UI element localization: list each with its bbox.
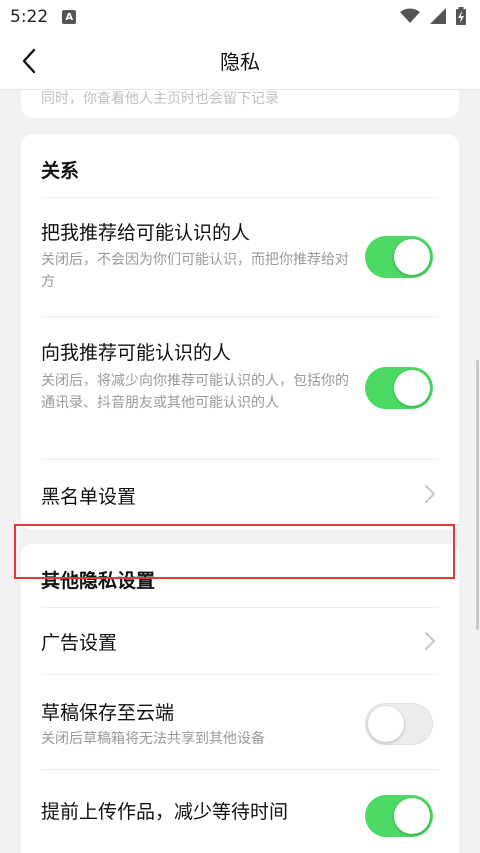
notification-a-icon: A (62, 10, 77, 24)
status-bar: 5:22 A (0, 0, 480, 34)
back-button[interactable] (14, 46, 44, 76)
page-title: 隐私 (220, 50, 260, 74)
cellular-signal-icon (430, 8, 446, 24)
nav-bar: 隐私 (0, 34, 480, 90)
recommend-me-toggle[interactable] (365, 236, 433, 278)
privacy-settings-list[interactable]: 同时，你查看他人主页时也会留下记录 关系 把我推荐给可能认识的人 关闭后，不会因… (0, 90, 480, 853)
draft-cloud-desc: 关闭后草稿箱将无法共享到其他设备 (41, 731, 265, 747)
highlight-box (14, 524, 455, 579)
other-privacy-card: 其他隐私设置 广告设置 草稿保存至云端 关闭后草稿箱将无法共享到其他设备 提前上… (21, 544, 459, 853)
status-icons (400, 7, 466, 25)
preupload-toggle[interactable] (365, 795, 433, 837)
chevron-right-icon (425, 632, 435, 650)
section-title-relations: 关系 (41, 160, 80, 182)
toggle-knob (394, 370, 430, 406)
draft-cloud-title: 草稿保存至云端 (41, 702, 175, 724)
toggle-knob (368, 706, 404, 742)
scrollbar[interactable] (476, 360, 479, 630)
recommend-me-desc: 关闭后，不会因为你们可能认识，而把你推荐给对方 (41, 252, 349, 290)
divider (41, 197, 439, 198)
toggle-knob (394, 239, 430, 275)
relations-card: 关系 把我推荐给可能认识的人 关闭后，不会因为你们可能认识，而把你推荐给对方 向… (21, 134, 459, 530)
divider (41, 459, 439, 460)
divider (41, 674, 439, 675)
ad-settings-title: 广告设置 (41, 632, 118, 654)
recommend-to-me-title: 向我推荐可能认识的人 (41, 342, 232, 364)
previous-card-text: 同时，你查看他人主页时也会留下记录 (41, 91, 279, 107)
chevron-left-icon (22, 48, 36, 74)
battery-charging-icon (456, 7, 466, 25)
toggle-knob (394, 798, 430, 834)
wifi-icon (400, 8, 420, 23)
status-time: 5:22 (10, 7, 49, 27)
recommend-me-title: 把我推荐给可能认识的人 (41, 222, 251, 244)
recommend-to-me-toggle[interactable] (365, 367, 433, 409)
divider (41, 607, 439, 608)
blacklist-title: 黑名单设置 (41, 486, 137, 508)
preupload-title: 提前上传作品，减少等待时间 (41, 801, 289, 823)
divider (41, 769, 439, 770)
divider (41, 316, 439, 317)
recommend-to-me-desc: 关闭后，将减少向你推荐可能认识的人，包括你的通讯录、抖音朋友或其他可能认识的人 (41, 373, 349, 411)
previous-settings-card: 同时，你查看他人主页时也会留下记录 (21, 90, 459, 118)
chevron-right-icon (425, 485, 435, 503)
draft-cloud-toggle[interactable] (365, 703, 433, 745)
